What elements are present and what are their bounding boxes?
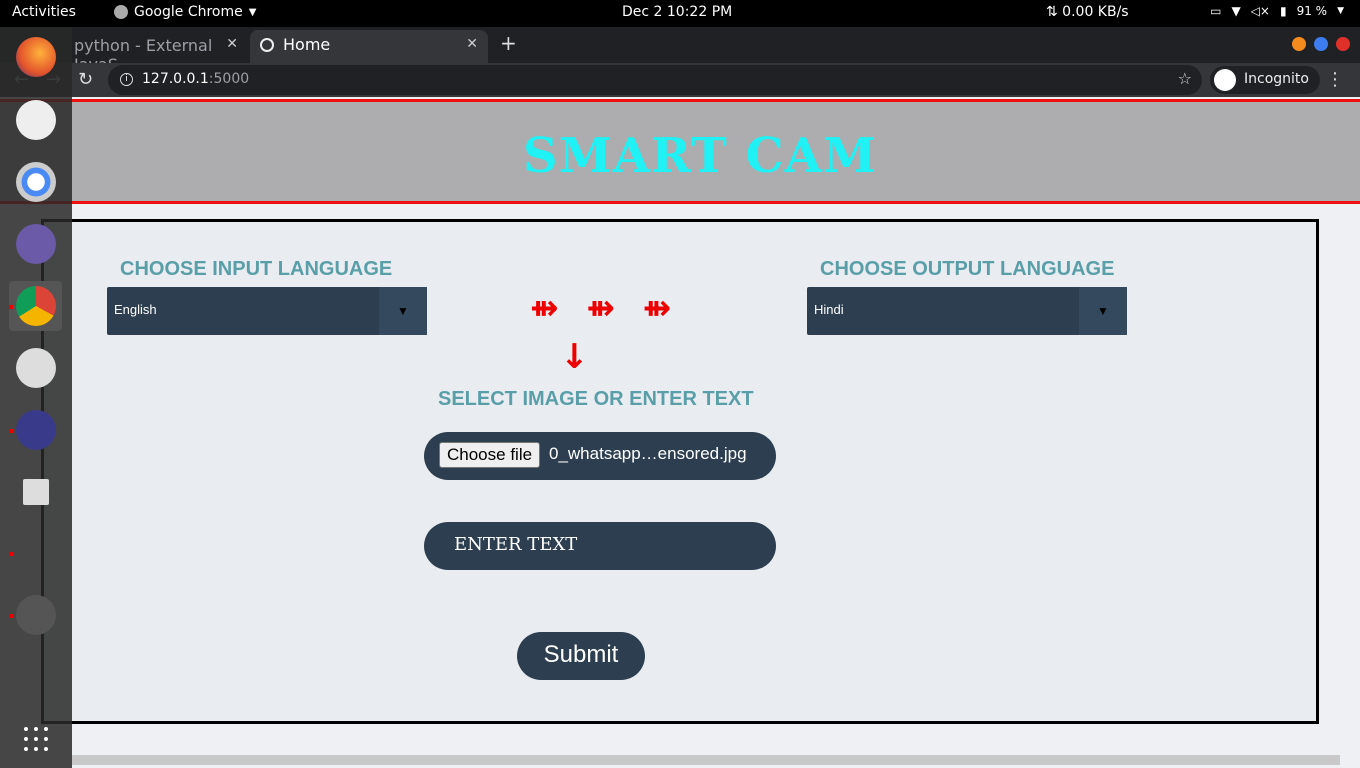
running-indicator <box>9 552 13 556</box>
close-window-button[interactable] <box>1336 37 1350 51</box>
input-language-label: CHOOSE INPUT LANGUAGE <box>120 258 393 280</box>
horizontal-scrollbar[interactable] <box>72 755 1340 765</box>
page-title: SMART CAM <box>522 128 878 184</box>
settings-icon[interactable] <box>23 479 49 505</box>
new-tab-button[interactable]: + <box>500 31 517 55</box>
activities-button[interactable]: Activities <box>12 4 76 20</box>
show-applications-icon[interactable] <box>24 727 48 751</box>
files-icon[interactable] <box>16 224 56 264</box>
mute-icon: ◁× <box>1250 4 1270 18</box>
browser-toolbar: ← → ↻ i 127.0.0.1:5000 ☆ Incognito ⋮ <box>0 63 1360 97</box>
running-indicator <box>9 614 13 618</box>
text-input[interactable]: ENTER TEXT <box>424 522 776 570</box>
app-name: Google Chrome <box>134 4 243 20</box>
chevron-down-icon: ▼ <box>248 6 257 18</box>
url-host: 127.0.0.1 <box>142 71 209 87</box>
firefox-icon[interactable] <box>16 37 56 77</box>
battery-level: 91 % <box>1296 4 1328 18</box>
reload-icon[interactable]: ↻ <box>78 69 93 90</box>
output-language-value: Hindi <box>814 302 844 317</box>
tab-home[interactable]: Home ✕ <box>250 30 488 63</box>
input-language-select[interactable]: English ▼ <box>107 287 427 335</box>
text-input-placeholder: ENTER TEXT <box>454 534 578 555</box>
incognito-icon <box>1214 69 1236 91</box>
system-tray[interactable]: ▭ ▼ ◁× ▮ 91 % ▼ <box>1210 4 1344 18</box>
terminal-icon[interactable] <box>16 595 56 635</box>
bookmark-star-icon[interactable]: ☆ <box>1178 69 1192 88</box>
site-info-icon[interactable]: i <box>120 73 133 86</box>
chevron-down-icon[interactable]: ▼ <box>379 287 427 335</box>
chrome-icon <box>114 5 128 19</box>
incognito-label: Incognito <box>1244 71 1309 87</box>
close-icon[interactable]: ✕ <box>466 36 478 52</box>
menu-icon[interactable]: ⋮ <box>1326 69 1344 90</box>
address-bar[interactable]: i 127.0.0.1:5000 ☆ <box>108 65 1202 95</box>
tray-chevron-icon: ▼ <box>1337 6 1344 16</box>
app-menu[interactable]: Google Chrome ▼ <box>114 4 256 20</box>
incognito-badge[interactable]: Incognito <box>1210 66 1320 94</box>
vscode-icon[interactable] <box>16 410 56 450</box>
wifi-icon: ▼ <box>1231 4 1241 18</box>
main-panel: CHOOSE INPUT LANGUAGE English ▼ ⇻ ⇻ ⇻ CH… <box>41 219 1319 724</box>
running-indicator <box>9 429 13 433</box>
tab-strip: python - External JavaS ✕ Home ✕ + <box>0 27 1360 74</box>
screenshot-icon: ▭ <box>1210 4 1222 18</box>
dock <box>0 27 72 768</box>
page-header: SMART CAM <box>0 99 1360 204</box>
window-controls <box>1292 37 1350 51</box>
system-top-bar: Activities Google Chrome ▼ Dec 2 10:22 P… <box>0 0 1360 27</box>
close-icon[interactable]: ✕ <box>226 36 238 52</box>
minimize-button[interactable] <box>1292 37 1306 51</box>
battery-icon: ▮ <box>1279 4 1287 18</box>
chrome-icon[interactable] <box>16 286 56 326</box>
maximize-button[interactable] <box>1314 37 1328 51</box>
output-language-label: CHOOSE OUTPUT LANGUAGE <box>820 258 1115 280</box>
chevron-down-icon[interactable]: ▼ <box>1079 287 1127 335</box>
submit-button[interactable]: Submit <box>517 632 645 680</box>
file-input[interactable]: Choose file 0_whatsapp…ensored.jpg <box>424 432 776 480</box>
down-arrow-icon: ↓ <box>560 337 589 377</box>
flow-arrows: ⇻ ⇻ ⇻ <box>530 288 680 328</box>
web-page: SMART CAM CHOOSE INPUT LANGUAGE English … <box>0 99 1360 768</box>
running-indicator <box>9 305 13 309</box>
network-speed: ⇅ 0.00 KB/s <box>1046 4 1129 20</box>
url-port: :5000 <box>208 71 250 87</box>
file-name: 0_whatsapp…ensored.jpg <box>549 444 747 463</box>
input-language-value: English <box>114 302 157 317</box>
select-prompt: SELECT IMAGE OR ENTER TEXT <box>438 388 754 410</box>
tweaks-icon[interactable] <box>16 348 56 388</box>
chromium-icon[interactable] <box>16 162 56 202</box>
satellite-app-icon[interactable] <box>16 100 56 140</box>
globe-icon <box>260 38 274 52</box>
choose-file-button[interactable]: Choose file <box>439 442 541 468</box>
tab-label: Home <box>283 35 331 54</box>
clock[interactable]: Dec 2 10:22 PM <box>622 4 732 20</box>
output-language-select[interactable]: Hindi ▼ <box>807 287 1127 335</box>
